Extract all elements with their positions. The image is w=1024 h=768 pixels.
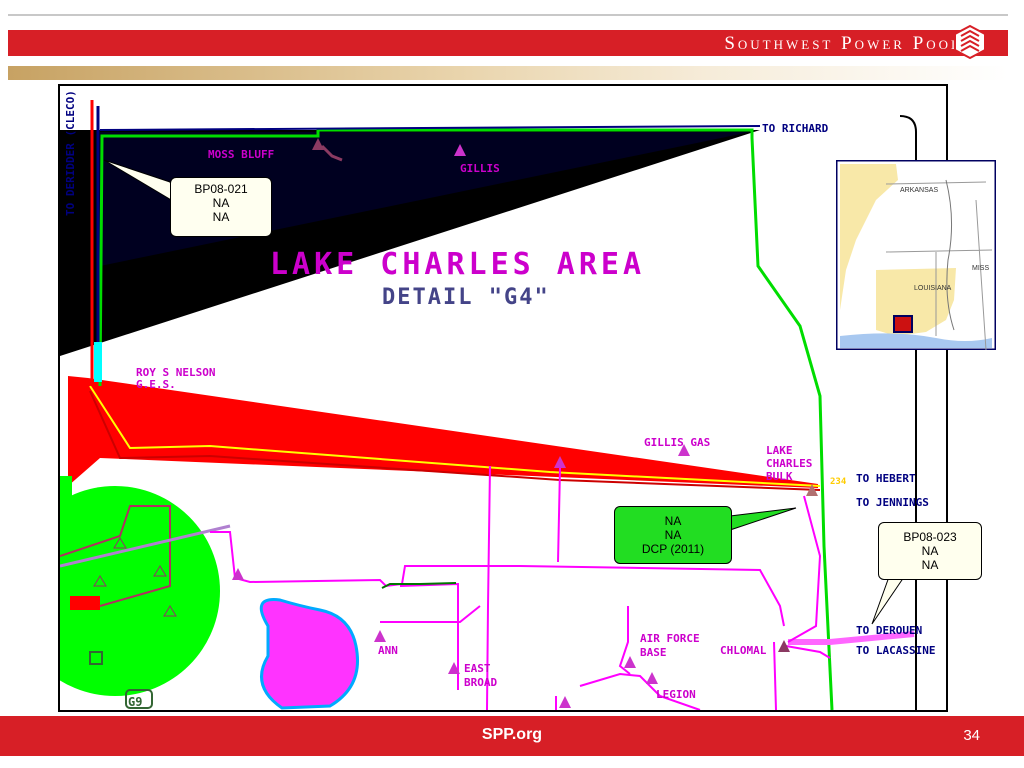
callout-dcp-line3: DCP (2011) <box>641 542 705 556</box>
callout-bp08-023-line1: BP08-023 <box>903 530 957 544</box>
label-ann: ANN <box>378 644 398 657</box>
spp-logo-icon <box>954 24 986 60</box>
label-gillis-gas: GILLIS GAS <box>644 436 710 449</box>
label-lake-charles-2: CHARLES <box>766 457 812 470</box>
label-chlomal: CHLOMAL <box>720 644 767 657</box>
label-east-1: EAST <box>464 662 491 675</box>
callout-dcp: NA NA DCP (2011) <box>614 506 732 564</box>
label-moss-bluff: MOSS BLUFF <box>208 148 274 161</box>
callout-bp08-021-line3: NA <box>212 210 230 224</box>
label-to-derouen: TO DEROUEN <box>856 624 922 637</box>
label-air-force-1: AIR FORCE <box>640 632 700 645</box>
callout-bp08-023: BP08-023 NA NA <box>878 522 982 580</box>
label-to-jennings: TO JENNINGS <box>856 496 929 509</box>
callout-dcp-line1: NA <box>664 514 682 528</box>
label-kv-tag: 234 <box>830 477 847 487</box>
label-to-richard: TO RICHARD <box>762 122 829 135</box>
inset-locator-map: ARKANSAS LOUISIANA MISS <box>836 160 996 350</box>
label-to-lacassine: TO LACASSINE <box>856 644 935 657</box>
header-title: Southwest Power Pool <box>724 33 962 54</box>
label-gillis: GILLIS <box>460 162 500 175</box>
lake <box>259 598 359 710</box>
top-rule <box>8 14 1008 16</box>
label-ges: G.E.S. <box>136 378 176 391</box>
green-area <box>60 486 220 696</box>
map-subtitle: DETAIL "G4" <box>382 285 550 310</box>
label-air-force-2: BASE <box>640 646 667 659</box>
callout-bp08-021: BP08-021 NA NA <box>170 177 272 237</box>
callout-bp08-021-line2: NA <box>212 196 230 210</box>
label-lake-charles-3: BULK <box>766 470 793 483</box>
footer-site-link[interactable]: SPP.org <box>0 726 1024 744</box>
callout-dcp-line2: NA <box>664 528 682 542</box>
inset-label-miss: MISS <box>972 265 989 272</box>
map-title: LAKE CHARLES AREA <box>270 247 645 282</box>
callout-bp08-021-line1: BP08-021 <box>194 182 248 196</box>
label-to-hebert: TO HEBERT <box>856 472 916 485</box>
inset-marker <box>893 315 913 333</box>
inset-label-louisiana: LOUISIANA <box>914 285 952 292</box>
page-number: 34 <box>963 727 980 744</box>
label-east-2: BROAD <box>464 676 497 689</box>
gold-band <box>8 66 1008 80</box>
callout-bp08-023-line3: NA <box>921 558 939 572</box>
label-legion: LEGION <box>656 688 696 701</box>
label-lake-charles-1: LAKE <box>766 444 793 457</box>
inset-label-arkansas: ARKANSAS <box>900 187 938 194</box>
callout-bp08-023-line2: NA <box>921 544 939 558</box>
label-to-deridder: TO DERIDDER (CLECO) <box>64 90 77 216</box>
label-g9: G9 <box>128 695 142 709</box>
